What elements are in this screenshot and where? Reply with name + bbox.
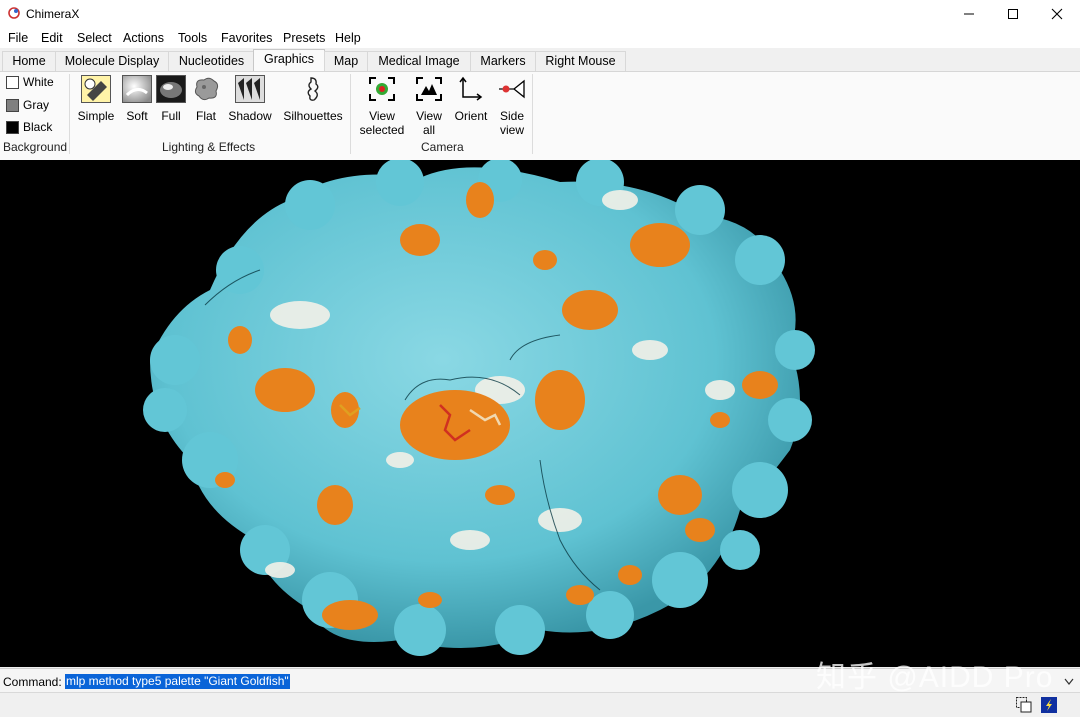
ribbon-separator bbox=[350, 74, 351, 154]
graphics-mode-icon[interactable] bbox=[1041, 697, 1057, 713]
menu-favorites[interactable]: Favorites bbox=[221, 31, 272, 45]
maximize-icon bbox=[1008, 9, 1018, 19]
background-black-button[interactable]: Black bbox=[6, 120, 52, 134]
background-white-button[interactable]: White bbox=[6, 75, 54, 89]
menu-tools[interactable]: Tools bbox=[178, 31, 207, 45]
lighting-group-label: Lighting & Effects bbox=[162, 140, 256, 154]
watermark-text: 知乎 @AIDD Pro bbox=[816, 661, 1054, 694]
view-all-label: View all bbox=[416, 109, 442, 137]
simple-lighting-icon bbox=[81, 75, 111, 103]
tab-markers[interactable]: Markers bbox=[470, 51, 536, 72]
command-input[interactable]: mlp method type5 palette "Giant Goldfish… bbox=[65, 674, 290, 689]
flat-label: Flat bbox=[195, 109, 216, 123]
close-button[interactable] bbox=[1034, 0, 1080, 28]
tab-map[interactable]: Map bbox=[324, 51, 368, 72]
background-black-label: Black bbox=[23, 120, 53, 134]
graphics-viewport[interactable] bbox=[0, 160, 1080, 667]
select-mode-icon[interactable] bbox=[1016, 697, 1032, 713]
flat-lighting-icon bbox=[194, 77, 219, 101]
ribbon-separator bbox=[69, 74, 70, 154]
gray-swatch-icon bbox=[6, 98, 19, 112]
menu-select[interactable]: Select bbox=[77, 31, 112, 45]
camera-view-all-button[interactable]: View all bbox=[411, 75, 447, 137]
minimize-icon bbox=[964, 13, 974, 15]
background-gray-label: Gray bbox=[23, 98, 50, 112]
orient-label: Orient bbox=[454, 109, 488, 123]
shadow-lighting-icon bbox=[235, 75, 265, 103]
soft-lighting-icon bbox=[122, 75, 152, 103]
tab-graphics[interactable]: Graphics bbox=[253, 49, 325, 73]
tab-molecule-display[interactable]: Molecule Display bbox=[55, 51, 169, 72]
orient-axes-icon bbox=[459, 76, 483, 101]
title-bar: ChimeraX bbox=[0, 0, 1080, 28]
maximize-button[interactable] bbox=[990, 0, 1036, 28]
protein-surface-render[interactable] bbox=[0, 160, 1080, 667]
silhouettes-icon bbox=[307, 77, 319, 101]
menu-bar: File Edit Select Actions Tools Favorites… bbox=[0, 28, 1080, 48]
background-group-label: Background bbox=[3, 140, 68, 154]
close-icon bbox=[1051, 8, 1063, 20]
minimize-button[interactable] bbox=[946, 0, 992, 28]
window-title: ChimeraX bbox=[26, 7, 80, 21]
side-view-icon bbox=[499, 79, 525, 99]
ribbon-separator bbox=[532, 74, 533, 154]
silhouettes-label: Silhouettes bbox=[283, 109, 343, 123]
lighting-flat-button[interactable]: Flat bbox=[190, 75, 222, 123]
white-swatch-icon bbox=[6, 75, 19, 89]
menu-file[interactable]: File bbox=[8, 31, 28, 45]
background-gray-button[interactable]: Gray bbox=[6, 98, 49, 112]
tab-right-mouse[interactable]: Right Mouse bbox=[535, 51, 626, 72]
camera-side-view-button[interactable]: Side view bbox=[495, 75, 529, 137]
menu-actions[interactable]: Actions bbox=[123, 31, 164, 45]
command-history-dropdown-icon[interactable] bbox=[1064, 678, 1074, 686]
view-selected-label: View selected bbox=[359, 109, 405, 137]
menu-presets[interactable]: Presets bbox=[283, 31, 325, 45]
full-label: Full bbox=[161, 109, 181, 123]
side-view-label: Side view bbox=[499, 109, 525, 137]
menu-help[interactable]: Help bbox=[335, 31, 361, 45]
tab-nucleotides[interactable]: Nucleotides bbox=[168, 51, 255, 72]
chimerax-app-icon bbox=[8, 7, 20, 19]
tab-medical-image[interactable]: Medical Image bbox=[367, 51, 471, 72]
view-all-icon bbox=[416, 77, 442, 101]
black-swatch-icon bbox=[6, 120, 19, 134]
command-label: Command: bbox=[3, 675, 62, 689]
lighting-simple-button[interactable]: Simple bbox=[77, 75, 115, 123]
camera-group-label: Camera bbox=[421, 140, 464, 154]
simple-label: Simple bbox=[77, 109, 115, 123]
lighting-silhouettes-button[interactable]: Silhouettes bbox=[281, 75, 345, 123]
camera-view-selected-button[interactable]: View selected bbox=[358, 75, 406, 137]
soft-label: Soft bbox=[126, 109, 148, 123]
lighting-shadow-button[interactable]: Shadow bbox=[228, 75, 272, 123]
lighting-full-button[interactable]: Full bbox=[155, 75, 187, 123]
shadow-label: Shadow bbox=[228, 109, 272, 123]
tab-home[interactable]: Home bbox=[2, 51, 56, 72]
menu-edit[interactable]: Edit bbox=[41, 31, 63, 45]
full-lighting-icon bbox=[156, 75, 186, 103]
view-selected-icon bbox=[369, 77, 395, 101]
camera-orient-button[interactable]: Orient bbox=[452, 75, 490, 123]
lighting-soft-button[interactable]: Soft bbox=[121, 75, 153, 123]
background-white-label: White bbox=[23, 75, 54, 89]
